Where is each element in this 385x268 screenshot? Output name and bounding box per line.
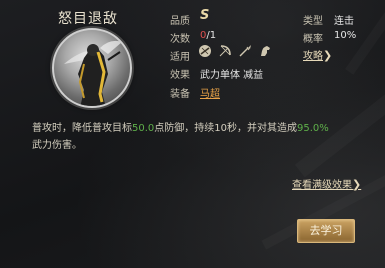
type-value: 连击: [334, 16, 354, 27]
skill-title: 怒目退敌: [58, 11, 118, 27]
applies-icons: [198, 44, 272, 58]
bow-icon: [219, 45, 231, 57]
chance-value: 10%: [334, 30, 357, 41]
guide-link[interactable]: 攻略❯: [303, 47, 332, 62]
full-effect-link[interactable]: 查看满级效果❯: [292, 176, 361, 191]
desc-text-1: 普攻时，降低普攻目标: [32, 123, 132, 134]
guide-link-label: 攻略: [303, 51, 323, 62]
uses-total: /1: [206, 30, 217, 41]
desc-text-3: 武力伤害。: [32, 140, 82, 151]
skill-portrait: [52, 28, 132, 108]
uses-label: 次数: [170, 34, 190, 45]
desc-number-2: 95.0%: [297, 123, 329, 134]
chevron-right-icon: ❯: [323, 49, 333, 62]
shield-icon: [199, 45, 211, 57]
skill-description: 普攻时，降低普攻目标50.0点防御，持续10秒，并对其造成95.0% 武力伤害。: [32, 120, 362, 154]
gear-label: 装备: [170, 89, 190, 100]
uses-count: 0/1: [200, 30, 216, 41]
chevron-right-icon: ❯: [352, 178, 362, 191]
gear-link[interactable]: 马超: [200, 85, 220, 100]
learn-button[interactable]: 去学习: [297, 219, 355, 243]
chance-label: 概率: [303, 34, 323, 45]
desc-text-2: 点防御，持续10秒，并对其造成: [154, 123, 297, 134]
spear-icon: [239, 45, 251, 57]
type-label: 类型: [303, 16, 323, 27]
effect-value: 武力单体 减益: [200, 70, 264, 81]
applies-label: 适用: [170, 52, 190, 63]
grade-value: S: [200, 8, 210, 23]
grade-label: 品质: [170, 16, 190, 27]
full-effect-label: 查看满级效果: [292, 180, 352, 191]
horse-icon: [261, 46, 270, 56]
desc-number-1: 50.0: [132, 123, 155, 134]
effect-label: 效果: [170, 70, 190, 81]
